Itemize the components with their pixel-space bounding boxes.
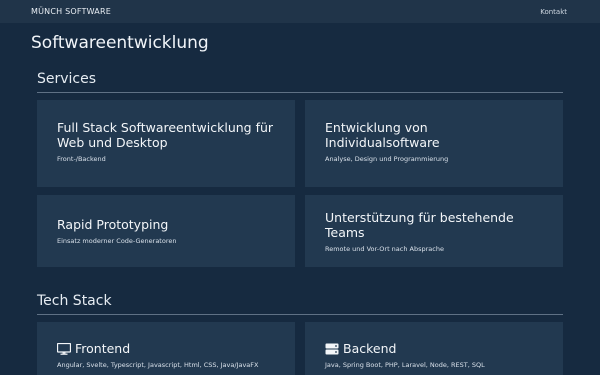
service-card-subtitle: Einsatz moderner Code-Generatoren	[57, 237, 177, 245]
service-card-individual: Entwicklung von Individualsoftware Analy…	[305, 100, 563, 187]
tech-card-title: Frontend	[75, 341, 131, 356]
tech-card-title: Backend	[343, 341, 397, 356]
page-title: Softwareentwicklung	[31, 33, 209, 53]
tech-card-backend: Backend Java, Spring Boot, PHP, Laravel,…	[305, 322, 563, 375]
brand-link[interactable]: MÜNCH SOFTWARE	[31, 7, 111, 16]
tech-stack-heading: Tech Stack	[37, 293, 112, 309]
service-card-fullstack: Full Stack Softwareentwicklung für Web u…	[37, 100, 295, 187]
service-card-title: Entwicklung von Individualsoftware	[325, 120, 440, 150]
service-card-subtitle: Front-/Backend	[57, 155, 106, 163]
monitor-icon	[57, 342, 71, 355]
service-card-title: Unterstützung für bestehende Teams	[325, 209, 514, 240]
service-card-prototyping: Rapid Prototyping Einsatz moderner Code-…	[37, 195, 295, 267]
server-icon	[325, 343, 339, 354]
services-divider	[37, 92, 563, 93]
tech-card-subtitle: Java, Spring Boot, PHP, Laravel, Node, R…	[325, 361, 485, 369]
service-card-title: Full Stack Softwareentwicklung für Web u…	[57, 120, 274, 150]
service-card-team-support: Unterstützung für bestehende Teams Remot…	[305, 195, 563, 267]
service-card-title: Rapid Prototyping	[57, 217, 169, 232]
nav-link-kontakt[interactable]: Kontakt	[540, 8, 567, 16]
services-heading: Services	[37, 71, 97, 87]
service-card-subtitle: Analyse, Design und Programmierung	[325, 155, 449, 163]
tech-card-frontend: Frontend Angular, Svelte, Typescript, Ja…	[37, 322, 295, 375]
tech-stack-divider	[37, 314, 563, 315]
tech-card-subtitle: Angular, Svelte, Typescript, Javascript,…	[57, 361, 259, 369]
top-navbar: MÜNCH SOFTWARE Kontakt	[0, 0, 600, 23]
service-card-subtitle: Remote und Vor-Ort nach Absprache	[325, 244, 444, 253]
